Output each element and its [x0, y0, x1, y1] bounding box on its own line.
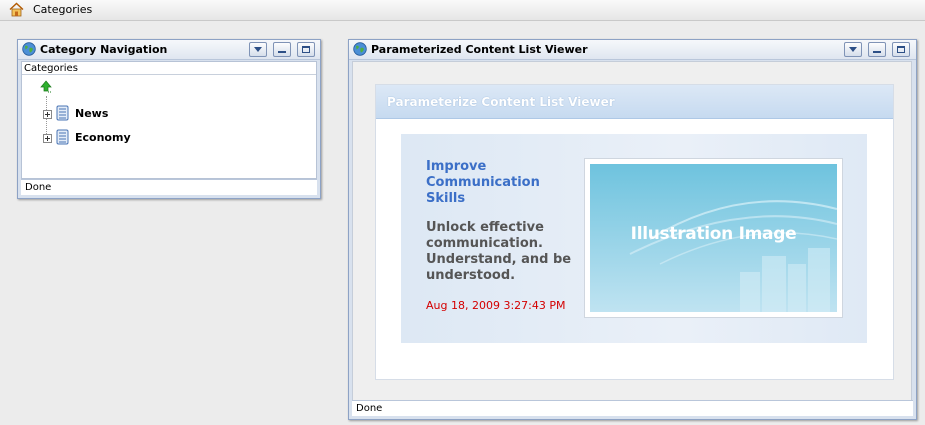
- maximize-icon: [897, 46, 905, 53]
- maximize-button[interactable]: [892, 42, 910, 57]
- breadcrumb-bar: Categories: [0, 0, 925, 21]
- minimize-button[interactable]: [868, 42, 886, 57]
- up-arrow-icon[interactable]: [39, 80, 53, 94]
- globe-icon: [22, 42, 36, 56]
- folder-icon: [56, 129, 69, 145]
- panel-header: Parameterize Content List Viewer: [376, 85, 893, 119]
- globe-icon: [353, 42, 367, 56]
- dropdown-button[interactable]: [844, 42, 862, 57]
- portlet-title: Category Navigation: [40, 43, 168, 56]
- status-bar: Done: [21, 179, 317, 195]
- dropdown-icon: [849, 47, 857, 52]
- illustration-caption: Illustration Image: [630, 224, 797, 244]
- category-navigation-portlet: Category Navigation Categories News Econ…: [17, 39, 321, 199]
- minimize-icon: [278, 51, 286, 53]
- portlet-titlebar: Parameterized Content List Viewer: [349, 40, 916, 60]
- tree-header: Categories: [22, 62, 316, 75]
- tree-node-news[interactable]: News: [75, 107, 108, 120]
- folder-icon: [56, 105, 69, 121]
- portlet-titlebar: Category Navigation: [18, 40, 320, 60]
- item-description: Unlock effective communication. Understa…: [426, 220, 572, 283]
- content-list-panel: Parameterize Content List Viewer Improve…: [375, 84, 894, 380]
- minimize-icon: [873, 51, 881, 53]
- tree-node-economy[interactable]: Economy: [75, 131, 131, 144]
- expand-icon[interactable]: [43, 110, 52, 119]
- breadcrumb-categories[interactable]: Categories: [33, 3, 92, 16]
- expand-icon[interactable]: [43, 134, 52, 143]
- dropdown-icon: [254, 47, 262, 52]
- item-title-link[interactable]: Improve Communication Skills: [426, 159, 576, 207]
- home-icon[interactable]: [9, 2, 24, 17]
- illustration-image[interactable]: Illustration Image: [590, 164, 837, 312]
- illustration-frame: Illustration Image: [584, 158, 843, 318]
- dropdown-button[interactable]: [249, 42, 267, 57]
- status-bar: Done: [352, 400, 913, 416]
- minimize-button[interactable]: [273, 42, 291, 57]
- panel-title: Parameterize Content List Viewer: [387, 95, 615, 109]
- item-date: Aug 18, 2009 3:27:43 PM: [426, 299, 566, 312]
- viewer-content-area: Parameterize Content List Viewer Improve…: [352, 61, 912, 401]
- content-viewer-portlet: Parameterized Content List Viewer Parame…: [348, 39, 917, 420]
- maximize-button[interactable]: [297, 42, 315, 57]
- content-item: Improve Communication Skills Unlock effe…: [401, 134, 867, 343]
- portlet-title: Parameterized Content List Viewer: [371, 43, 588, 56]
- category-tree: Categories News Economy: [21, 61, 317, 180]
- maximize-icon: [302, 46, 310, 53]
